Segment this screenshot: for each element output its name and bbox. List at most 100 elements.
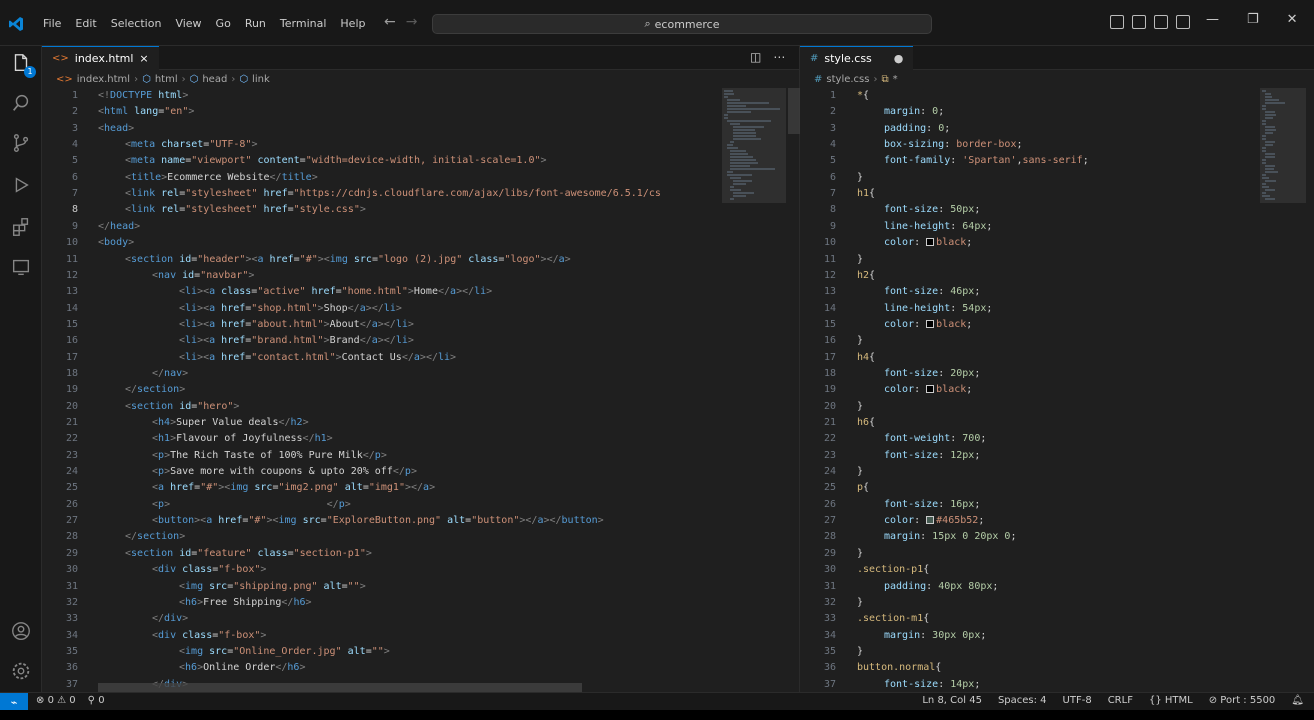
code-line[interactable]: 23 <p>The Rich Taste of 100% Pure Milk</p…	[42, 448, 718, 464]
code-line[interactable]: 25 <a href="#"><img src="img2.png" alt="i…	[42, 480, 718, 496]
code-line[interactable]: 4 box-sizing: border-box;	[800, 137, 1256, 153]
menu-edit[interactable]: Edit	[68, 16, 103, 32]
code-line[interactable]: 8 font-size: 50px;	[800, 202, 1256, 218]
search-icon[interactable]	[8, 90, 34, 116]
code-line[interactable]: 32 <h6>Free Shipping</h6>	[42, 595, 718, 611]
restore-icon[interactable]: ❐	[1247, 12, 1259, 27]
toggle-primary-sidebar-icon[interactable]	[1110, 15, 1124, 29]
code-line[interactable]: 3 <head>	[42, 121, 718, 137]
menu-go[interactable]: Go	[209, 16, 238, 32]
customize-layout-icon[interactable]	[1176, 15, 1190, 29]
code-line[interactable]: 26 <p> </p>	[42, 497, 718, 513]
code-line[interactable]: 34 <div class="f-box">	[42, 628, 718, 644]
code-line[interactable]: 24 <p>Save more with coupons & upto 20% o…	[42, 464, 718, 480]
color-swatch[interactable]	[926, 319, 935, 328]
encoding[interactable]: UTF-8	[1063, 695, 1092, 706]
code-line[interactable]: 26 font-size: 16px;	[800, 497, 1256, 513]
code-line[interactable]: 20 <section id="hero">	[42, 399, 718, 415]
breadcrumb-file[interactable]: index.html	[77, 74, 130, 85]
code-line[interactable]: 10 color: black;	[800, 235, 1256, 251]
problems-indicator[interactable]: ⊗ 0 ⚠ 0	[36, 695, 76, 706]
code-line[interactable]: 15 color: black;	[800, 317, 1256, 333]
color-swatch[interactable]	[926, 385, 935, 394]
code-line[interactable]: 28 margin: 15px 0 20px 0;	[800, 529, 1256, 545]
remote-explorer-icon[interactable]	[8, 254, 34, 280]
code-line[interactable]: 29 <section id="feature" class="section-p…	[42, 546, 718, 562]
horizontal-scrollbar-left[interactable]	[98, 683, 582, 692]
code-line[interactable]: 5 <meta name="viewport" content="width=de…	[42, 153, 718, 169]
code-line[interactable]: 20}	[800, 399, 1256, 415]
close-window-icon[interactable]: ✕	[1287, 12, 1298, 27]
code-line[interactable]: 9 </head>	[42, 219, 718, 235]
code-line[interactable]: 30 <div class="f-box">	[42, 562, 718, 578]
code-line[interactable]: 18 font-size: 20px;	[800, 366, 1256, 382]
menu-help[interactable]: Help	[333, 16, 372, 32]
code-line[interactable]: 6}	[800, 170, 1256, 186]
code-line[interactable]: 21 <h4>Super Value deals</h2>	[42, 415, 718, 431]
code-line[interactable]: 22 <h1>Flavour of Joyfulness</h1>	[42, 431, 718, 447]
ports-indicator[interactable]: ⚲ 0	[88, 695, 105, 706]
code-line[interactable]: 9 line-height: 64px;	[800, 219, 1256, 235]
code-line[interactable]: 22 font-weight: 700;	[800, 431, 1256, 447]
code-line[interactable]: 33 .section-m1{	[800, 611, 1256, 627]
code-line[interactable]: 6 <title>Ecommerce Website</title>	[42, 170, 718, 186]
code-line[interactable]: 12 h2{	[800, 268, 1256, 284]
settings-gear-icon[interactable]	[8, 658, 34, 684]
tab-style-css[interactable]: # style.css ●	[800, 46, 914, 70]
arrow-left-icon[interactable]: ←	[384, 14, 396, 30]
code-line[interactable]: 1 <!DOCTYPE html>	[42, 88, 718, 104]
code-line[interactable]: 2 <html lang="en">	[42, 104, 718, 120]
code-line[interactable]: 15 <li><a href="about.html">About</a></li…	[42, 317, 718, 333]
code-line[interactable]: 2 margin: 0;	[800, 104, 1256, 120]
code-line[interactable]: 23 font-size: 12px;	[800, 448, 1256, 464]
accounts-icon[interactable]	[8, 618, 34, 644]
code-line[interactable]: 36 button.normal{	[800, 660, 1256, 676]
code-line[interactable]: 19 </section>	[42, 382, 718, 398]
vertical-scrollbar-left[interactable]	[788, 88, 800, 134]
code-line[interactable]: 21 h6{	[800, 415, 1256, 431]
breadcrumb-head[interactable]: head	[202, 74, 227, 85]
notifications-bell-icon[interactable]: 🔔︎	[1291, 695, 1304, 706]
code-line[interactable]: 10 <body>	[42, 235, 718, 251]
extensions-icon[interactable]	[8, 214, 34, 240]
code-line[interactable]: 17 h4{	[800, 350, 1256, 366]
run-debug-icon[interactable]	[8, 172, 34, 198]
code-line[interactable]: 16}	[800, 333, 1256, 349]
code-line[interactable]: 28 </section>	[42, 529, 718, 545]
breadcrumb-html[interactable]: html	[155, 74, 178, 85]
code-line[interactable]: 36 <h6>Online Order</h6>	[42, 660, 718, 676]
menu-run[interactable]: Run	[238, 16, 273, 32]
menu-selection[interactable]: Selection	[104, 16, 169, 32]
code-line[interactable]: 37 font-size: 14px;	[800, 677, 1256, 693]
code-line[interactable]: 24}	[800, 464, 1256, 480]
toggle-panel-icon[interactable]	[1132, 15, 1146, 29]
language-mode[interactable]: {} HTML	[1149, 695, 1193, 706]
code-line[interactable]: 32}	[800, 595, 1256, 611]
code-line[interactable]: 3 padding: 0;	[800, 121, 1256, 137]
code-line[interactable]: 13 font-size: 46px;	[800, 284, 1256, 300]
code-line[interactable]: 19 color: black;	[800, 382, 1256, 398]
minimap-viewport[interactable]	[722, 88, 786, 203]
code-line[interactable]: 31 padding: 40px 80px;	[800, 579, 1256, 595]
code-line[interactable]: 35}	[800, 644, 1256, 660]
code-line[interactable]: 25 p{	[800, 480, 1256, 496]
minimize-icon[interactable]: —	[1206, 12, 1219, 27]
minimap-left[interactable]	[722, 88, 786, 692]
command-center-search[interactable]: ⌕ ecommerce	[432, 14, 932, 34]
cursor-position[interactable]: Ln 8, Col 45	[922, 695, 982, 706]
color-swatch[interactable]	[926, 516, 935, 525]
code-line[interactable]: 5 font-family: 'Spartan',sans-serif;	[800, 153, 1256, 169]
source-control-icon[interactable]	[8, 130, 34, 156]
more-actions-icon[interactable]: ⋯	[773, 50, 785, 64]
eol[interactable]: CRLF	[1108, 695, 1133, 706]
code-line[interactable]: 1 *{	[800, 88, 1256, 104]
code-line[interactable]: 33 </div>	[42, 611, 718, 627]
code-line[interactable]: 34 margin: 30px 0px;	[800, 628, 1256, 644]
code-line[interactable]: 27 color: #465b52;	[800, 513, 1256, 529]
code-line[interactable]: 8 <link rel="stylesheet" href="style.css"…	[42, 202, 718, 218]
code-line[interactable]: 13 <li><a class="active" href="home.html"…	[42, 284, 718, 300]
code-line[interactable]: 4 <meta charset="UTF-8">	[42, 137, 718, 153]
code-line[interactable]: 11 <section id="header"><a href="#"><img …	[42, 252, 718, 268]
menu-terminal[interactable]: Terminal	[273, 16, 334, 32]
minimap-right[interactable]	[1260, 88, 1306, 692]
